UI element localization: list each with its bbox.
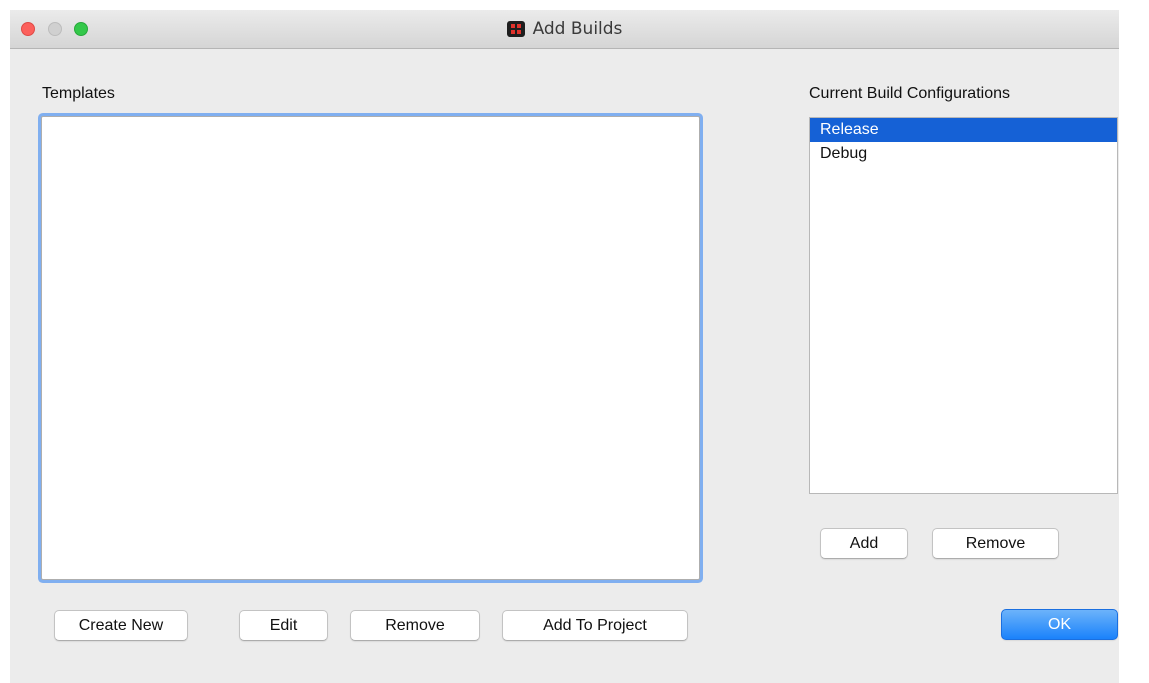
app-icon [506,21,525,37]
build-configurations-list[interactable]: Release Debug [809,117,1118,494]
configuration-item-debug[interactable]: Debug [810,142,1117,166]
window-title-group: Add Builds [10,10,1119,48]
remove-configuration-button[interactable]: Remove [932,528,1059,559]
create-new-button[interactable]: Create New [54,610,188,641]
window-title: Add Builds [532,19,623,39]
remove-template-button[interactable]: Remove [350,610,480,641]
add-to-project-button[interactable]: Add To Project [502,610,688,641]
configuration-item-release[interactable]: Release [810,118,1117,142]
templates-label: Templates [42,85,115,102]
add-builds-window: Add Builds Templates Create New Edit Rem… [10,10,1119,683]
templates-list[interactable] [41,116,700,580]
add-configuration-button[interactable]: Add [820,528,908,559]
title-bar[interactable]: Add Builds [10,10,1119,49]
ok-button[interactable]: OK [1001,609,1118,640]
edit-template-button[interactable]: Edit [239,610,328,641]
current-build-configurations-label: Current Build Configurations [809,85,1010,102]
